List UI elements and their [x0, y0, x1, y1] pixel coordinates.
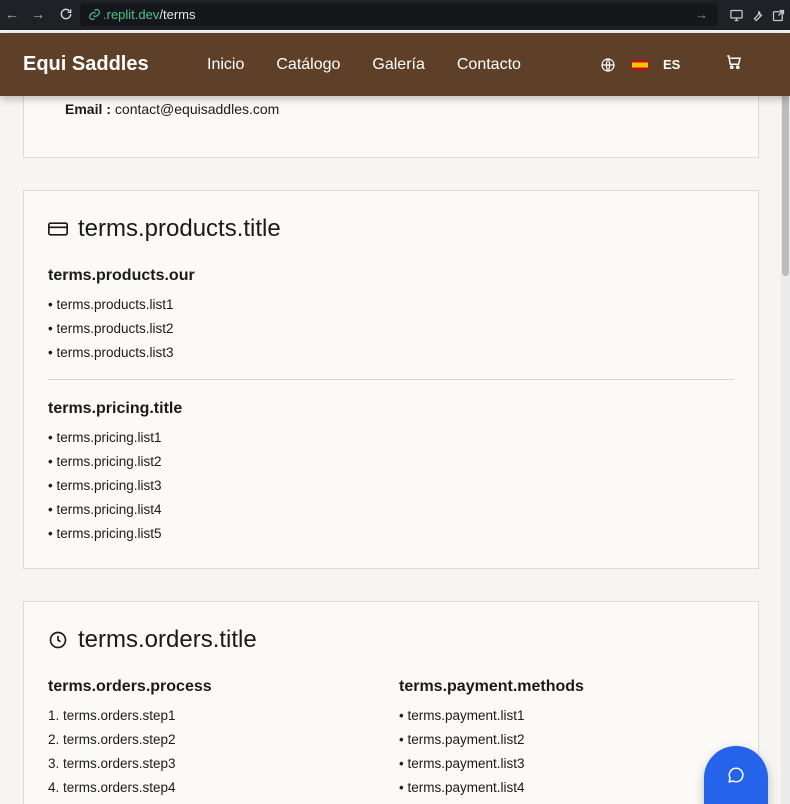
brand-logo[interactable]: Equi Saddles: [23, 53, 149, 76]
credit-card-icon: [48, 222, 68, 236]
list-item: • terms.products.list1: [48, 297, 174, 312]
payment-list: • terms.payment.list1 • terms.payment.li…: [399, 704, 525, 800]
language-selector[interactable]: ES: [600, 57, 680, 73]
reload-icon[interactable]: [56, 4, 76, 24]
nav-contacto[interactable]: Contacto: [457, 56, 521, 74]
cart-icon[interactable]: [725, 53, 743, 76]
nav-inicio[interactable]: Inicio: [207, 56, 244, 74]
spain-flag-icon: [632, 59, 648, 70]
list-item: 3. terms.orders.step3: [48, 756, 176, 771]
go-arrow-icon[interactable]: →: [695, 7, 708, 22]
list-item: • terms.payment.list2: [399, 732, 525, 747]
url-path: /terms: [159, 7, 196, 22]
orders-process-heading: terms.orders.process: [48, 678, 212, 695]
email-label: Email :: [65, 101, 111, 117]
email-line: Email : contact@equisaddles.com: [65, 101, 279, 117]
orders-steps-list: 1. terms.orders.step1 2. terms.orders.st…: [48, 704, 176, 800]
open-external-icon[interactable]: [771, 8, 786, 23]
back-icon[interactable]: ←: [2, 4, 22, 24]
language-code: ES: [663, 57, 681, 72]
list-item: • terms.pricing.list4: [48, 502, 162, 517]
section-divider: [48, 379, 734, 380]
list-item: 2. terms.orders.step2: [48, 732, 176, 747]
orders-title: terms.orders.title: [48, 626, 257, 654]
list-item: • terms.pricing.list3: [48, 478, 162, 493]
nav-galeria[interactable]: Galería: [372, 56, 424, 74]
chat-bubble-icon: [728, 767, 744, 783]
list-item: • terms.pricing.list5: [48, 526, 162, 541]
nav-catalogo[interactable]: Catálogo: [276, 56, 340, 74]
wrench-icon[interactable]: [750, 8, 765, 23]
site-header: Equi Saddles Inicio Catálogo Galería Con…: [0, 33, 790, 96]
main-nav: Inicio Catálogo Galería Contacto: [207, 56, 521, 74]
list-item: • terms.pricing.list1: [48, 430, 162, 445]
orders-title-text: terms.orders.title: [78, 626, 257, 653]
products-list: • terms.products.list1 • terms.products.…: [48, 293, 174, 365]
link-icon: [89, 9, 100, 20]
monitor-icon[interactable]: [729, 8, 744, 23]
browser-toolbar: ← → .replit.dev/terms →: [0, 0, 790, 30]
list-item: • terms.products.list3: [48, 345, 174, 360]
list-item: • terms.products.list2: [48, 321, 174, 336]
list-item: • terms.payment.list1: [399, 708, 525, 723]
address-bar[interactable]: .replit.dev/terms →: [80, 3, 718, 26]
products-our-heading: terms.products.our: [48, 267, 195, 284]
url-host: .replit.dev: [103, 7, 160, 22]
list-item: 4. terms.orders.step4: [48, 780, 176, 795]
clock-icon: [49, 631, 67, 649]
pricing-heading: terms.pricing.title: [48, 400, 183, 417]
products-title-text: terms.products.title: [78, 215, 281, 242]
products-title: terms.products.title: [48, 215, 281, 243]
globe-icon: [601, 57, 615, 72]
orders-card: terms.orders.title terms.orders.process …: [23, 601, 759, 804]
list-item: • terms.payment.list4: [399, 780, 525, 795]
list-item: • terms.pricing.list2: [48, 454, 162, 469]
list-item: • terms.payment.list3: [399, 756, 525, 771]
forward-icon[interactable]: →: [28, 4, 48, 24]
payment-methods-heading: terms.payment.methods: [399, 678, 584, 695]
pricing-list: • terms.pricing.list1 • terms.pricing.li…: [48, 426, 162, 546]
email-value: contact@equisaddles.com: [114, 101, 280, 117]
list-item: 1. terms.orders.step1: [48, 708, 176, 723]
products-card: terms.products.title terms.products.our …: [23, 190, 759, 569]
chat-button[interactable]: [704, 746, 768, 804]
